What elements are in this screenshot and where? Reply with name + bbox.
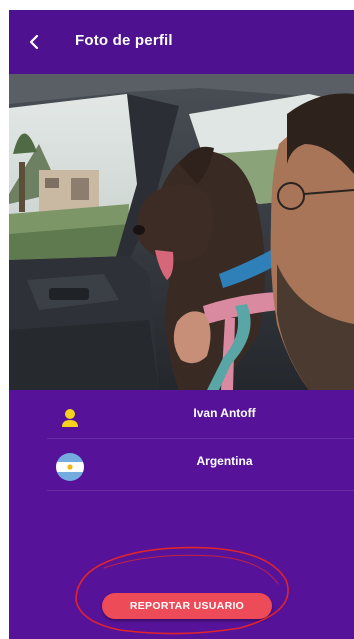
name-row: Ivan Antoff xyxy=(9,394,354,438)
country-name: Argentina xyxy=(196,454,253,468)
user-icon xyxy=(55,404,85,434)
page-title: Foto de perfil xyxy=(75,32,173,49)
back-button[interactable] xyxy=(23,30,45,54)
profile-photo-screen: Foto de perfil Ivan Antoff Argentina REP… xyxy=(9,10,354,639)
country-row: Argentina xyxy=(9,442,354,486)
argentina-flag-icon xyxy=(55,452,85,482)
chevron-left-icon xyxy=(29,34,39,50)
profile-photo xyxy=(9,74,354,390)
user-name: Ivan Antoff xyxy=(193,406,256,420)
divider xyxy=(47,490,354,491)
report-user-button[interactable]: REPORTAR USUARIO xyxy=(102,593,272,619)
divider xyxy=(47,438,354,439)
app-header: Foto de perfil xyxy=(9,10,354,74)
